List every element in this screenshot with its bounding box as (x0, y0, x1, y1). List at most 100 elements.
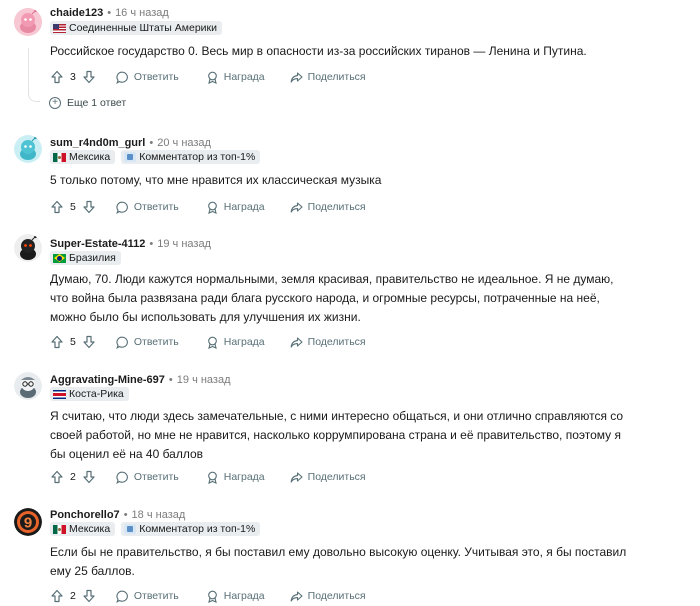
reply-button[interactable]: Ответить (116, 201, 179, 214)
reply-label: Ответить (133, 201, 179, 213)
share-label: Поделиться (307, 471, 366, 483)
comment-time[interactable]: 19 ч назад (157, 238, 211, 250)
vote-count: 2 (70, 590, 76, 602)
flag-br-icon (53, 253, 66, 263)
reply-label: Ответить (133, 471, 179, 483)
award-label: Награда (223, 201, 265, 213)
comment-author[interactable]: Super-Estate-4112 (50, 238, 145, 250)
top-commenter-badge-icon (124, 524, 137, 534)
user-flairs: Мексика Комментатор из топ-1% (50, 522, 261, 537)
avatar[interactable]: 9 (14, 508, 42, 536)
share-label: Поделиться (307, 201, 366, 213)
comment-author[interactable]: chaide123 (50, 7, 103, 19)
reply-button[interactable]: Ответить (116, 336, 179, 349)
comment-body: Я считаю, что люди здесь замечательные, … (50, 409, 624, 461)
flair-text: Соединенные Штаты Америки (69, 22, 217, 34)
avatar[interactable] (14, 234, 42, 262)
avatar[interactable] (14, 372, 42, 400)
speech-bubble-icon (116, 471, 129, 484)
downvote-icon[interactable] (82, 470, 96, 484)
reply-button[interactable]: Ответить (116, 590, 179, 603)
orange-nine-avatar: 9 (14, 508, 42, 536)
share-arrow-icon (290, 471, 303, 484)
award-button[interactable]: Награда (206, 201, 265, 214)
separator-dot: • (107, 7, 112, 19)
alien-with-glasses-avatar (14, 372, 42, 400)
share-button[interactable]: Поделиться (290, 201, 366, 214)
reply-label: Ответить (133, 590, 179, 602)
upvote-icon[interactable] (50, 335, 64, 349)
achievement-flair: Комментатор из топ-1% (121, 522, 261, 536)
flair-text: Бразилия (69, 252, 116, 264)
vote-count: 3 (70, 71, 76, 83)
comment-header: Ponchorello7 • 18 ч назад (50, 508, 185, 522)
flair-text: Мексика (69, 151, 111, 163)
user-flairs: Бразилия (50, 251, 121, 266)
comment-body: Думаю, 70. Люди кажутся нормальными, зем… (50, 272, 614, 324)
separator-dot: • (123, 509, 128, 521)
award-label: Награда (223, 590, 265, 602)
share-button[interactable]: Поделиться (290, 590, 366, 603)
share-button[interactable]: Поделиться (290, 471, 366, 484)
separator-dot: • (149, 137, 154, 149)
share-arrow-icon (290, 201, 303, 214)
achievement-flair: Комментатор из топ-1% (121, 150, 261, 164)
separator-dot: • (149, 238, 154, 250)
share-arrow-icon (290, 590, 303, 603)
flag-cr-icon (53, 389, 66, 399)
comment-author[interactable]: Ponchorello7 (50, 509, 120, 521)
thread-line (28, 48, 29, 96)
comment-header: chaide123 • 16 ч назад (50, 6, 169, 20)
thread-connector (28, 92, 40, 102)
comment-body: Российское государство 0. Весь мир в опа… (50, 44, 587, 58)
reply-button[interactable]: Ответить (116, 471, 179, 484)
award-label: Награда (223, 71, 265, 83)
reply-button[interactable]: Ответить (116, 71, 179, 84)
avatar[interactable] (14, 135, 42, 163)
comment-author[interactable]: sum_r4nd0m_gurl (50, 137, 145, 149)
upvote-icon[interactable] (50, 470, 64, 484)
reply-label: Ответить (133, 336, 179, 348)
pink-alien-avatar (14, 8, 42, 36)
comment-actions: 5 Ответить Награда Поделиться (50, 334, 366, 350)
award-button[interactable]: Награда (206, 71, 265, 84)
upvote-icon[interactable] (50, 200, 64, 214)
more-replies-label: Еще 1 ответ (67, 97, 127, 109)
country-flair: Соединенные Штаты Америки (50, 21, 222, 35)
comment-author[interactable]: Aggravating-Mine-697 (50, 374, 165, 386)
comment-body: Если бы не правительство, я бы поставил … (50, 545, 627, 578)
upvote-icon[interactable] (50, 70, 64, 84)
downvote-icon[interactable] (82, 200, 96, 214)
separator-dot: • (168, 374, 173, 386)
downvote-icon[interactable] (82, 589, 96, 603)
comment-time[interactable]: 20 ч назад (157, 137, 211, 149)
share-button[interactable]: Поделиться (290, 336, 366, 349)
comment-time[interactable]: 19 ч назад (177, 374, 231, 386)
comment-time[interactable]: 16 ч назад (115, 7, 169, 19)
flair-text: Коста-Рика (69, 388, 124, 400)
flag-us-icon (53, 23, 66, 33)
award-button[interactable]: Награда (206, 471, 265, 484)
flair-text: Комментатор из топ-1% (139, 151, 256, 163)
comment-body: 5 только потому, что мне нравится их кла… (50, 173, 382, 187)
avatar[interactable] (14, 8, 42, 36)
comment-time[interactable]: 18 ч назад (132, 509, 186, 521)
comment-actions: 2 Ответить Награда Поделиться (50, 588, 366, 604)
vote-control: 2 (50, 589, 96, 603)
share-button[interactable]: Поделиться (290, 71, 366, 84)
country-flair: Коста-Рика (50, 387, 129, 401)
speech-bubble-icon (116, 201, 129, 214)
user-flairs: Соединенные Штаты Америки (50, 21, 222, 36)
award-button[interactable]: Награда (206, 590, 265, 603)
upvote-icon[interactable] (50, 589, 64, 603)
more-replies-button[interactable]: + Еще 1 ответ (49, 97, 126, 109)
flag-mx-icon (53, 152, 66, 162)
user-flairs: Коста-Рика (50, 387, 129, 402)
teal-alien-avatar (14, 135, 42, 163)
country-flair: Бразилия (50, 251, 121, 265)
downvote-icon[interactable] (82, 335, 96, 349)
award-button[interactable]: Награда (206, 336, 265, 349)
downvote-icon[interactable] (82, 70, 96, 84)
share-label: Поделиться (307, 71, 366, 83)
vote-control: 2 (50, 470, 96, 484)
